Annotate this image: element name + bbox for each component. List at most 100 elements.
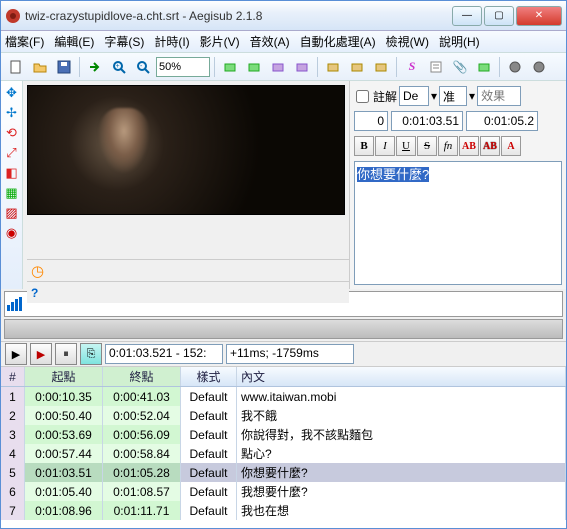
cell-style: Default [181,406,237,425]
save-file-icon[interactable] [53,56,75,78]
close-button[interactable]: ✕ [516,6,562,26]
menu-video[interactable]: 影片(V) [200,33,240,50]
cell-end: 0:00:41.03 [103,387,181,406]
subs-offset-field[interactable]: +11ms; -1759ms [226,344,354,364]
clip-icon[interactable]: ▦ [4,185,20,201]
minimize-button[interactable]: — [452,6,482,26]
color1-button[interactable]: AB [459,136,479,156]
assistant-icon[interactable] [528,56,550,78]
comment-checkbox[interactable] [356,90,369,103]
menu-file[interactable]: 檔案(F) [5,33,44,50]
video-display[interactable] [27,85,345,215]
actor-dropdown-icon[interactable]: ▾ [469,89,475,103]
cell-end: 0:01:05.28 [103,463,181,482]
font-button[interactable]: fn [438,136,458,156]
col-num[interactable]: # [1,367,25,386]
color2-button[interactable]: AB [480,136,500,156]
menu-view[interactable]: 檢視(W) [386,33,429,50]
edit-panel: 註解 ▾ ▾ B I U S fn AB AB A 你想要什麼? [349,81,566,289]
menu-edit[interactable]: 編輯(E) [54,33,94,50]
shift-selection-icon[interactable] [370,56,392,78]
cell-style: Default [181,387,237,406]
playback-toolbar: ▶ ▶ ⏸ ⎘ 0:01:03.521 - 152: +11ms; -1759m… [1,341,566,367]
pause-button[interactable]: ⏸ [55,343,77,365]
col-end[interactable]: 終點 [103,367,181,386]
rotate-z-icon[interactable]: ⟲ [4,125,20,141]
style-select[interactable] [399,86,429,106]
cell-text: 我想要什麼? [237,482,566,501]
cell-start: 0:00:10.35 [25,387,103,406]
strike-button[interactable]: S [417,136,437,156]
table-row[interactable]: 70:01:08.960:01:11.71Default我也在想 [1,501,566,520]
move-tool-icon[interactable]: ✢ [4,105,20,121]
select-visible-icon[interactable] [322,56,344,78]
properties-icon[interactable] [425,56,447,78]
actor-select[interactable] [439,86,467,106]
attachments-icon[interactable]: 📎 [449,56,471,78]
maximize-button[interactable]: ▢ [484,6,514,26]
menu-subs[interactable]: 字幕(S) [104,33,144,50]
help-icon[interactable]: ? [31,286,38,300]
snap-scene-icon[interactable] [346,56,368,78]
jump-icon[interactable] [84,56,106,78]
table-row[interactable]: 10:00:10.350:00:41.03Defaultwww.itaiwan.… [1,387,566,406]
table-row[interactable]: 30:00:53.690:00:56.09Default你說得對，我不該點麵包 [1,425,566,444]
margin-l-field[interactable] [354,111,388,131]
cell-start: 0:01:08.96 [25,501,103,520]
realtime-icon[interactable]: ◉ [4,225,20,241]
cell-text: 你說得對，我不該點麵包 [237,425,566,444]
automation-toolbar-icon[interactable] [504,56,526,78]
video-side-toolbar: ✥ ✢ ⟲ ⤢ ◧ ▦ ▨ ◉ [1,81,23,289]
cell-style: Default [181,444,237,463]
video-jump-start-icon[interactable] [219,56,241,78]
vector-clip-icon[interactable]: ▨ [4,205,20,221]
toggle-autoscroll-button[interactable]: ⎘ [80,343,102,365]
col-style[interactable]: 樣式 [181,367,237,386]
start-time-field[interactable] [391,111,463,131]
cell-start: 0:00:53.69 [25,425,103,444]
play-line-button[interactable]: ▶ [30,343,52,365]
zoom-out-icon[interactable]: - [132,56,154,78]
video-position-field[interactable]: 0:01:03.521 - 152: [105,344,223,364]
rotate-xy-icon[interactable]: ⤢ [4,145,20,161]
cell-text: 我不餓 [237,406,566,425]
end-time-field[interactable] [466,111,538,131]
play-button[interactable]: ▶ [5,343,27,365]
cell-style: Default [181,463,237,482]
menu-timing[interactable]: 計時(I) [154,33,189,50]
drag-tool-icon[interactable]: ✥ [4,85,20,101]
table-row[interactable]: 50:01:03.510:01:05.28Default你想要什麼? [1,463,566,482]
subtitle-edit-textarea[interactable]: 你想要什麼? [354,161,562,285]
table-row[interactable]: 60:01:05.400:01:08.57Default我想要什麼? [1,482,566,501]
cell-end: 0:01:11.71 [103,501,181,520]
app-icon [5,8,21,24]
effect-field[interactable] [477,86,521,106]
menu-automation[interactable]: 自動化處理(A) [300,33,376,50]
underline-button[interactable]: U [396,136,416,156]
table-row[interactable]: 40:00:57.440:00:58.84Default點心? [1,444,566,463]
cell-end: 0:00:56.09 [103,425,181,444]
col-text[interactable]: 內文 [237,367,566,386]
audio-seek-slider[interactable] [4,319,563,339]
col-start[interactable]: 起點 [25,367,103,386]
bold-button[interactable]: B [354,136,374,156]
video-jump-end-icon[interactable] [243,56,265,78]
snap-end-icon[interactable] [291,56,313,78]
table-row[interactable]: 20:00:50.400:00:52.04Default我不餓 [1,406,566,425]
fonts-icon[interactable] [473,56,495,78]
menu-help[interactable]: 說明(H) [439,33,480,50]
zoom-select[interactable] [156,57,210,77]
cell-n: 7 [1,501,25,520]
color3-button[interactable]: A [501,136,521,156]
scale-icon[interactable]: ◧ [4,165,20,181]
menu-audio[interactable]: 音效(A) [250,33,290,50]
main-toolbar: + - S 📎 [1,53,566,81]
open-file-icon[interactable] [29,56,51,78]
snap-start-icon[interactable] [267,56,289,78]
styles-icon[interactable]: S [401,56,423,78]
style-dropdown-icon[interactable]: ▾ [431,89,437,103]
cell-n: 2 [1,406,25,425]
italic-button[interactable]: I [375,136,395,156]
zoom-in-icon[interactable]: + [108,56,130,78]
new-file-icon[interactable] [5,56,27,78]
